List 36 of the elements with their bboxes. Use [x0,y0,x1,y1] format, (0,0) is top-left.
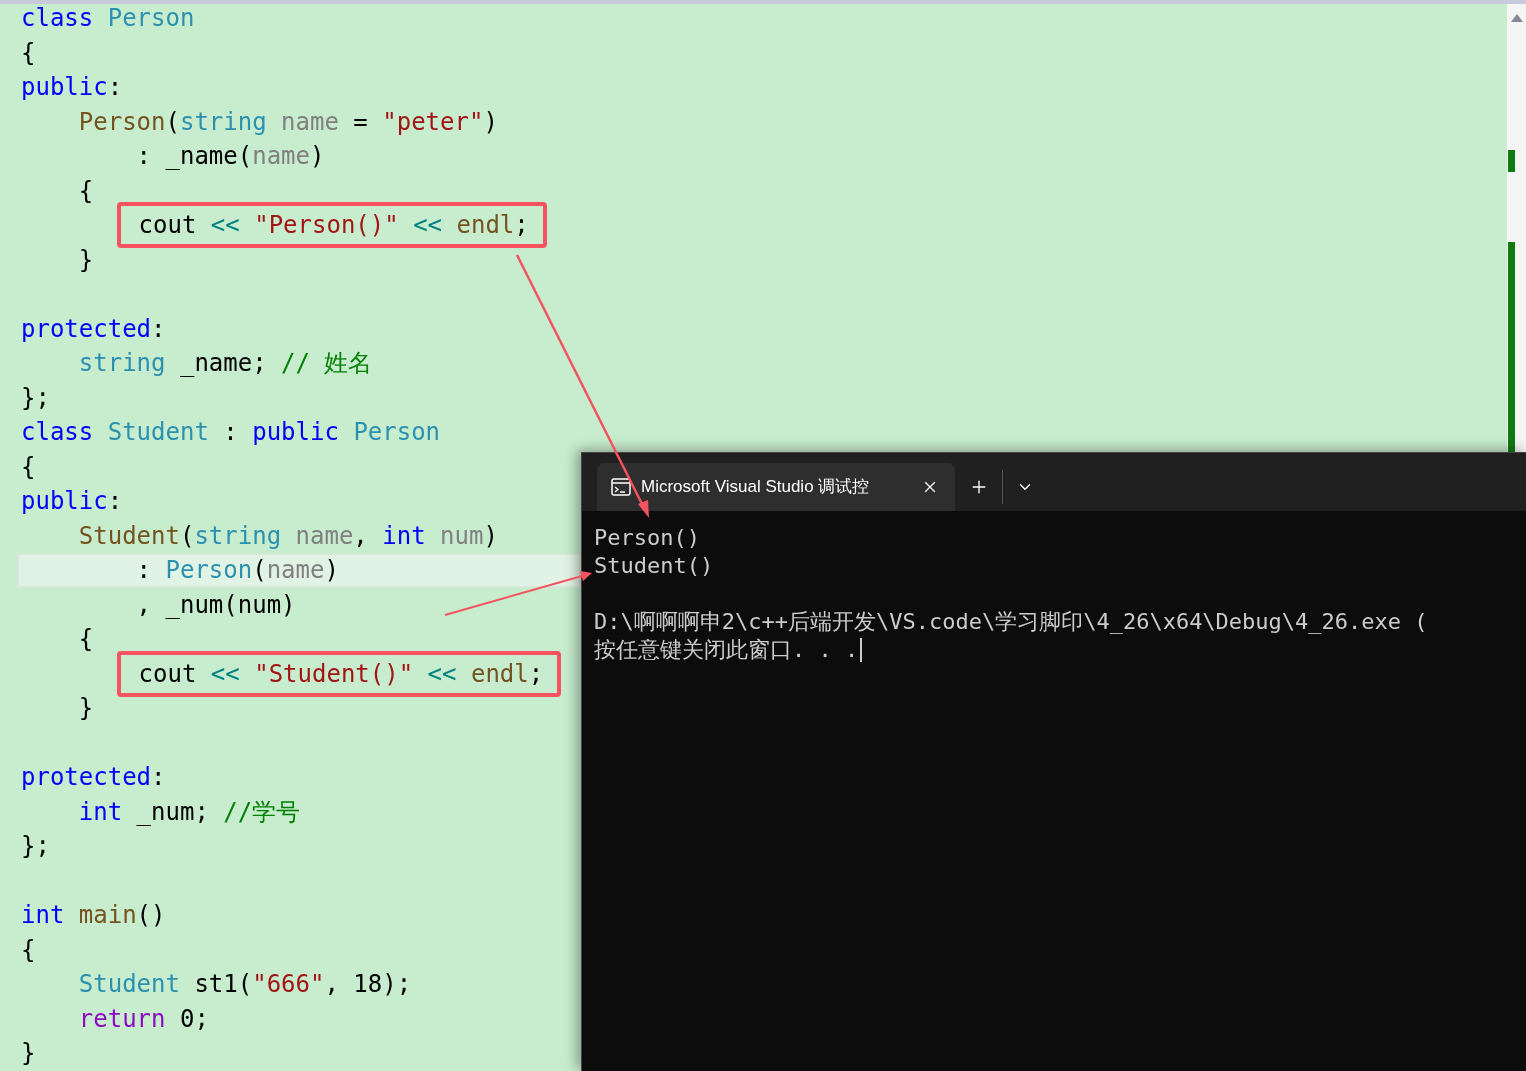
code-line: public: [21,72,123,104]
code-line: { [21,934,36,966]
code-line: { [78,624,94,656]
code-line: }; [21,831,50,863]
code-line: Person(string name = "peter") [78,106,498,138]
code-line: int main() [21,900,166,932]
code-line: return 0; [78,1003,209,1035]
scroll-up-icon[interactable] [1510,14,1523,22]
code-line: : _name(name) [136,141,325,173]
terminal-output-line: D:\啊啊啊申2\c++后端开发\VS.code\学习脚印\4_26\x64\Debug\4_26.exe ( [594,608,1428,636]
code-line: , _num(num) [136,589,296,621]
code-line: { [21,451,36,483]
terminal-output-line: Person() [594,524,700,552]
code-line: } [78,244,94,276]
terminal-tab[interactable]: Microsoft Visual Studio 调试控 [597,463,955,511]
code-line: protected: [21,762,166,794]
code-line: class Person [21,4,195,35]
tab-title: Microsoft Visual Studio 调试控 [641,476,871,499]
code-line: { [21,37,36,69]
code-line: protected: [21,313,166,345]
terminal-output-line: 按任意键关闭此窗口. . . [594,636,859,664]
code-line: string _name; // 姓名 [78,348,373,380]
code-line: Student(string name, int num) [78,520,498,552]
code-line: }; [21,382,50,414]
code-line: public: [21,486,123,518]
code-line: class Student : public Person [21,417,441,449]
code-line: { [78,175,94,207]
text-cursor [860,638,863,662]
change-marker [1508,150,1515,172]
code-line: Student st1("666", 18); [78,969,412,1001]
code-line: } [78,693,94,725]
code-line: : Person(name) [136,555,339,587]
code-line: } [21,1038,36,1070]
code-line: int _num; //学号 [78,796,301,828]
console-icon [611,478,631,496]
terminal-output-line: Student() [594,552,714,580]
